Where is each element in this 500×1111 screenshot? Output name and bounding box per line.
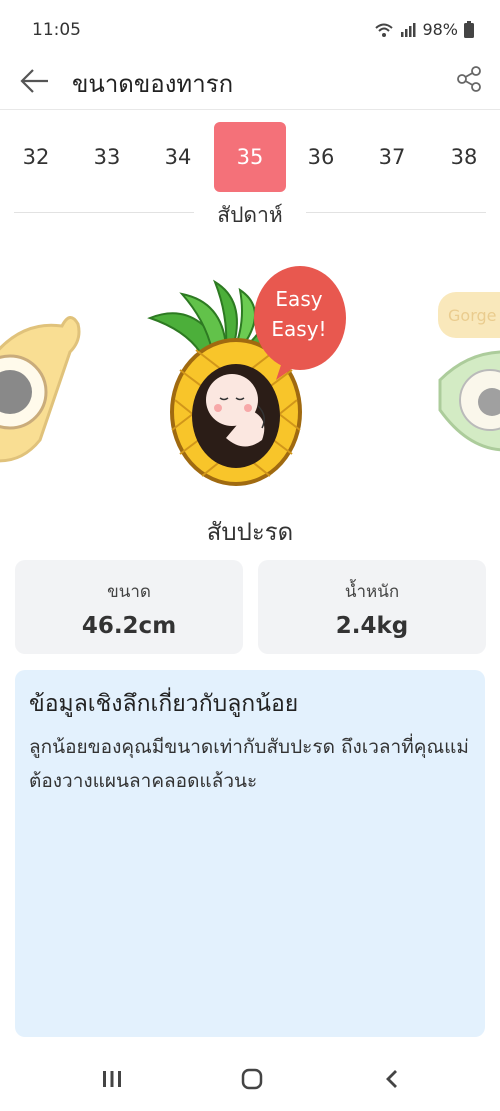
share-icon[interactable] (454, 64, 484, 94)
battery-icon (464, 21, 474, 38)
week-selector: 32 33 34 35 36 37 38 (0, 120, 500, 192)
info-body: ลูกน้อยของคุณมีขนาดเท่ากับสับปะรด ถึงเวล… (29, 736, 469, 792)
recents-icon (103, 1071, 121, 1087)
size-card: ขนาด 46.2cm (15, 560, 243, 654)
week-item[interactable]: 36 (285, 122, 357, 192)
size-value: 46.2cm (81, 613, 177, 639)
signal-icon (401, 22, 416, 37)
baby-insight-box: ข้อมูลเชิงลึกเกี่ยวกับลูกน้อย ลูกน้อยของ… (15, 670, 485, 1037)
size-label: ขนาด (107, 582, 151, 602)
weight-label: น้ำหนัก (344, 582, 400, 602)
info-title: ข้อมูลเชิงลึกเกี่ยวกับลูกน้อย (29, 691, 299, 717)
bubble-text-1: Easy (275, 287, 322, 311)
papaya-illustration (0, 316, 81, 463)
recents-button[interactable] (92, 1063, 132, 1095)
week-item[interactable]: 34 (142, 122, 214, 192)
battery-percent: 98% (422, 20, 458, 39)
system-nav-bar (0, 1045, 500, 1111)
fruit-illustration[interactable]: Easy Easy! Gorge (0, 240, 500, 500)
week-item-selected[interactable]: 35 (214, 122, 286, 192)
wifi-icon (375, 23, 394, 37)
week-item[interactable]: 33 (71, 122, 143, 192)
bubble-text-2: Easy! (271, 317, 326, 341)
weight-card: น้ำหนัก 2.4kg (258, 560, 486, 654)
fruit-name: สับปะรด (206, 518, 294, 546)
status-bar: 11:05 98% (0, 0, 500, 54)
week-item[interactable]: 38 (428, 122, 500, 192)
week-item[interactable]: 32 (0, 122, 72, 192)
home-button[interactable] (232, 1063, 272, 1095)
weight-value: 2.4kg (335, 613, 409, 639)
nav-back-icon (386, 1070, 397, 1088)
next-fruit-illustration: Gorge (438, 292, 500, 452)
status-time: 11:05 (32, 20, 81, 40)
app-bar: ขนาดของทารก (0, 54, 500, 110)
week-item[interactable]: 37 (356, 122, 428, 192)
side-label: Gorge (448, 306, 496, 325)
page-title: ขนาดของทารก (72, 70, 234, 98)
week-caption: สัปดาห์ (217, 203, 283, 227)
status-icons: 98% (374, 20, 474, 39)
back-arrow-icon[interactable] (18, 64, 52, 98)
home-icon (241, 1068, 263, 1090)
nav-back-button[interactable] (372, 1063, 412, 1095)
